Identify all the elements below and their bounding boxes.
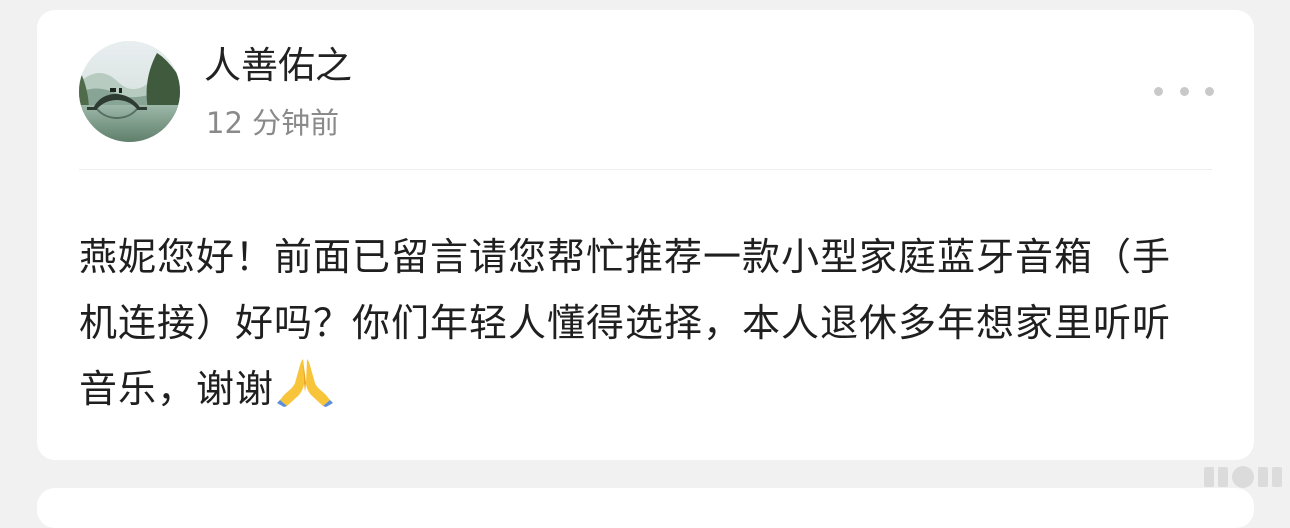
author-name[interactable]: 人善佑之 [204, 42, 352, 90]
watermark-shape [1232, 466, 1254, 488]
post-text: 燕妮您好！前面已留言请您帮忙推荐一款小型家庭蓝牙音箱（手机连接）好吗？你们年轻人… [79, 235, 1172, 411]
next-post-card[interactable] [37, 488, 1254, 528]
post-card[interactable]: 人善佑之 12 分钟前 燕妮您好！前面已留言请您帮忙推荐一款小型家庭蓝牙音箱（手… [37, 10, 1254, 460]
avatar-image [79, 41, 180, 142]
watermark [1204, 466, 1282, 488]
watermark-shape [1272, 467, 1282, 487]
more-options-button[interactable] [1154, 78, 1214, 104]
post-content: 燕妮您好！前面已留言请您帮忙推荐一款小型家庭蓝牙音箱（手机连接）好吗？你们年轻人… [79, 224, 1204, 427]
watermark-shape [1204, 467, 1214, 487]
praying-hands-icon [276, 357, 334, 427]
more-icon-dot [1154, 86, 1163, 96]
post-time: 12 分钟前 [206, 106, 340, 140]
more-icon-dot [1205, 86, 1214, 96]
divider [79, 169, 1212, 170]
avatar[interactable] [79, 41, 180, 142]
watermark-shape [1218, 467, 1228, 487]
more-icon-dot [1179, 86, 1189, 96]
watermark-shape [1258, 467, 1268, 487]
